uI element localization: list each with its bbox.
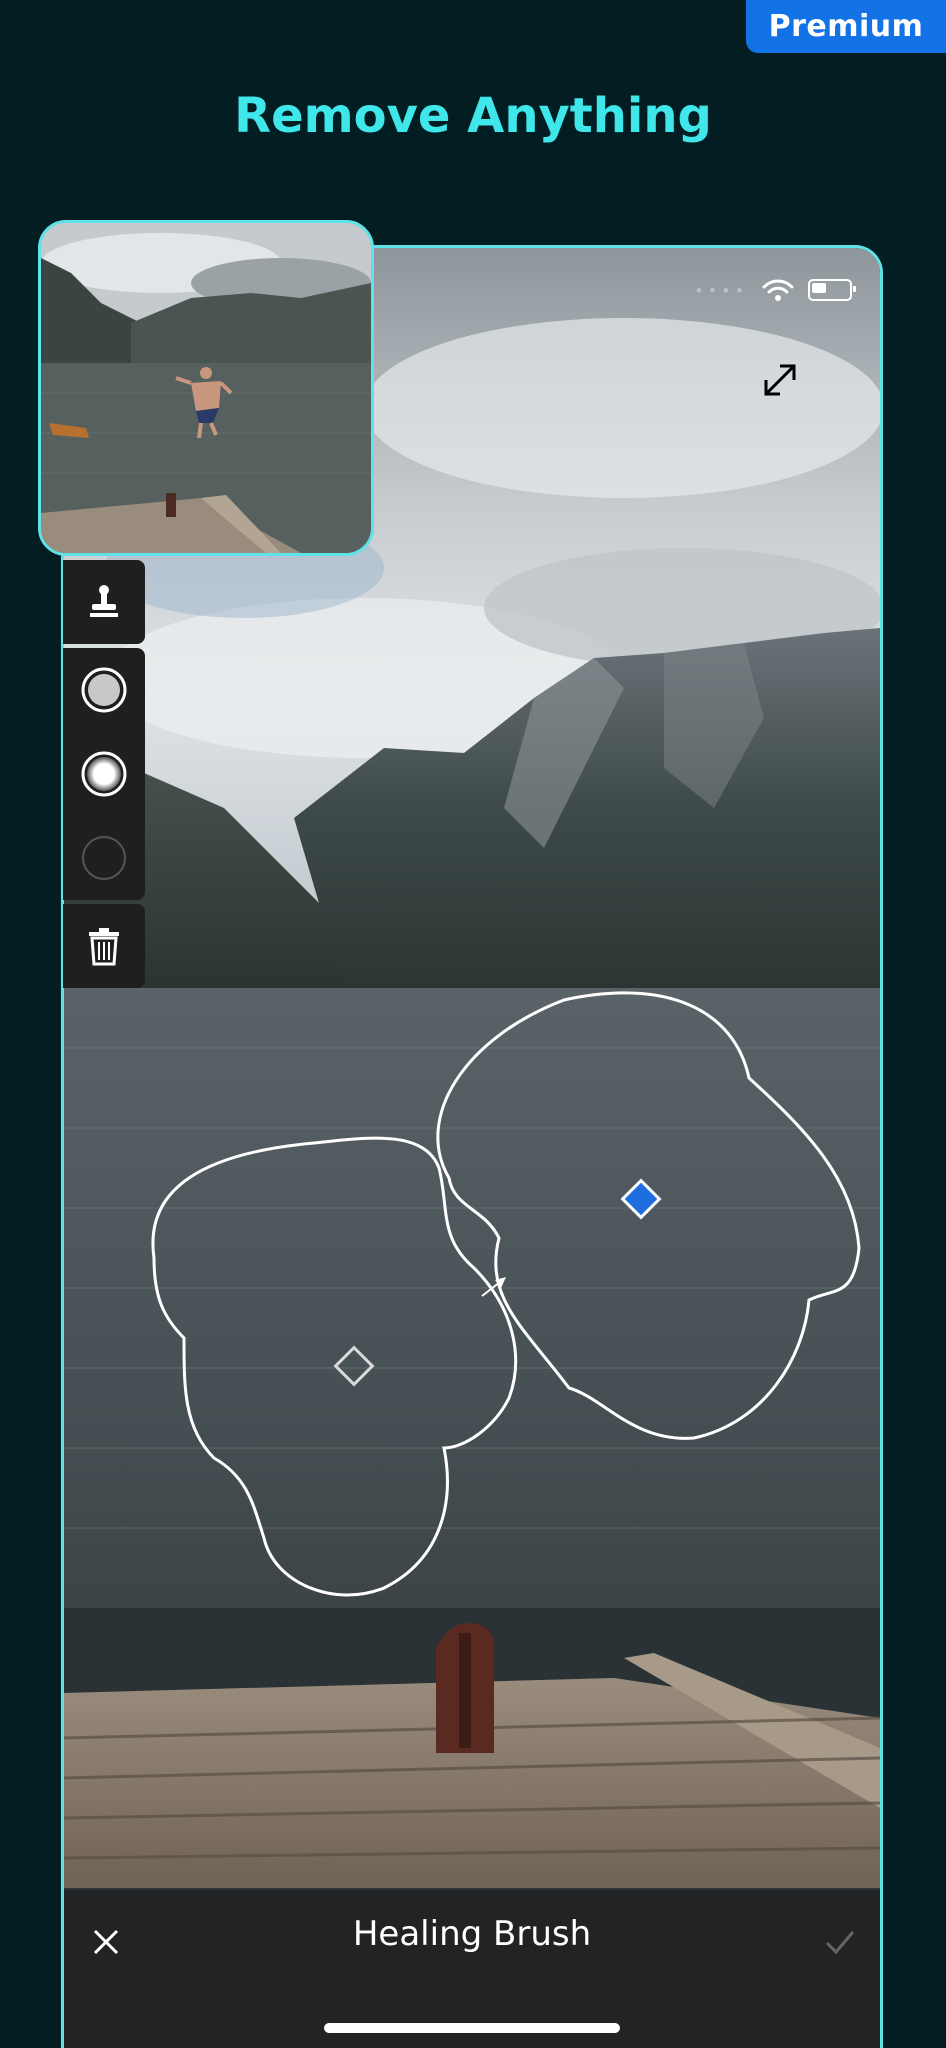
preview-image [41,223,371,553]
delete-button[interactable] [63,904,145,988]
status-bar: •••• [694,278,856,302]
battery-icon [808,279,856,301]
premium-button[interactable]: Premium [746,0,946,53]
clone-stamp-icon [90,585,118,617]
expand-arrows-icon[interactable] [758,358,802,402]
clone-stamp-button[interactable] [63,560,145,644]
brush-empty-button[interactable] [63,816,145,900]
brush-hard-button[interactable] [63,648,145,732]
original-preview-thumbnail[interactable] [38,220,374,556]
signal-icon: •••• [694,280,748,300]
tool-name: Healing Brush [352,1914,592,1954]
trash-icon [89,928,119,966]
trash-tool-group [63,904,145,988]
brush-tool-group [63,648,145,900]
home-indicator[interactable] [324,2023,620,2033]
brush-soft-icon [81,751,127,797]
bottom-tool-bar: Healing Brush [64,1890,880,2048]
brush-soft-button[interactable] [63,732,145,816]
confirm-button[interactable] [818,1920,862,1964]
wifi-icon [762,279,794,301]
stamp-tool-group [63,560,145,644]
check-icon [825,1931,855,1955]
tool-sidebar [63,560,145,992]
brush-hard-icon [81,667,127,713]
brush-empty-icon [82,836,126,880]
page-title: Remove Anything [234,88,712,144]
